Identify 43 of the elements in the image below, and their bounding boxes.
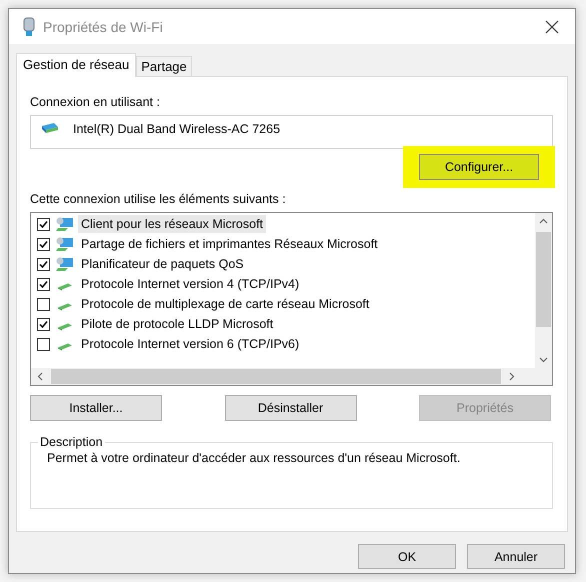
section-label: Cette connexion utilise les éléments suivants : [30, 192, 287, 206]
checkbox[interactable] [37, 238, 50, 250]
horizontal-scrollbar[interactable] [31, 368, 552, 385]
chevron-left-icon[interactable] [37, 372, 43, 381]
list-item[interactable]: Planificateur de paquets QoS [78, 255, 247, 273]
checkbox[interactable] [37, 258, 50, 270]
window-title: Propriétés de Wi-Fi [43, 18, 164, 34]
close-icon[interactable] [545, 20, 559, 34]
tab[interactable]: Partage [136, 56, 192, 76]
list-item[interactable]: Pilote de protocole LLDP Microsoft [78, 315, 276, 333]
chevron-right-icon[interactable] [509, 372, 515, 381]
network-computer-icon [56, 236, 74, 252]
action-button[interactable]: Installer... [30, 395, 162, 421]
network-cable-icon [57, 283, 73, 291]
checkbox[interactable] [37, 338, 50, 350]
checkbox[interactable] [37, 278, 50, 290]
checkbox[interactable] [37, 318, 50, 330]
network-cable-icon [57, 303, 73, 311]
network-computer-icon [56, 256, 74, 272]
network-computer-icon [56, 216, 74, 232]
group-title: Description [39, 435, 104, 449]
network-cable-icon [57, 343, 73, 351]
adapter-name: Intel(R) Dual Band Wireless-AC 7265 [73, 122, 280, 136]
section-label: Connexion en utilisant : [30, 95, 161, 109]
configure-button[interactable]: Configurer... [419, 154, 539, 180]
list-item[interactable]: Protocole Internet version 4 (TCP/IPv4) [78, 275, 302, 293]
dialog-button[interactable]: Annuler [467, 544, 565, 569]
network-adapter-icon [23, 16, 35, 36]
tab[interactable]: Gestion de réseau [16, 53, 136, 77]
vertical-scrollbar[interactable] [535, 213, 552, 368]
list-item[interactable]: Partage de fichiers et imprimantes Réseaux Microsoft [78, 235, 381, 253]
description-text: Permet à votre ordinateur d'accéder aux ressources d'un réseau Microsoft. [47, 451, 462, 465]
chevron-down-icon[interactable] [539, 357, 548, 363]
network-cable-icon [57, 323, 73, 331]
list-item[interactable]: Protocole de multiplexage de carte réseau Microsoft [78, 295, 372, 313]
list-item[interactable]: Protocole Internet version 6 (TCP/IPv6) [78, 335, 302, 353]
dialog-button[interactable]: OK [358, 544, 456, 569]
checkbox[interactable] [37, 218, 50, 230]
network-card-icon [41, 122, 59, 136]
action-button[interactable]: Désinstaller [224, 395, 356, 421]
list-item[interactable]: Client pour les réseaux Microsoft [78, 215, 266, 233]
checkbox[interactable] [37, 298, 50, 310]
chevron-up-icon[interactable] [539, 218, 548, 224]
